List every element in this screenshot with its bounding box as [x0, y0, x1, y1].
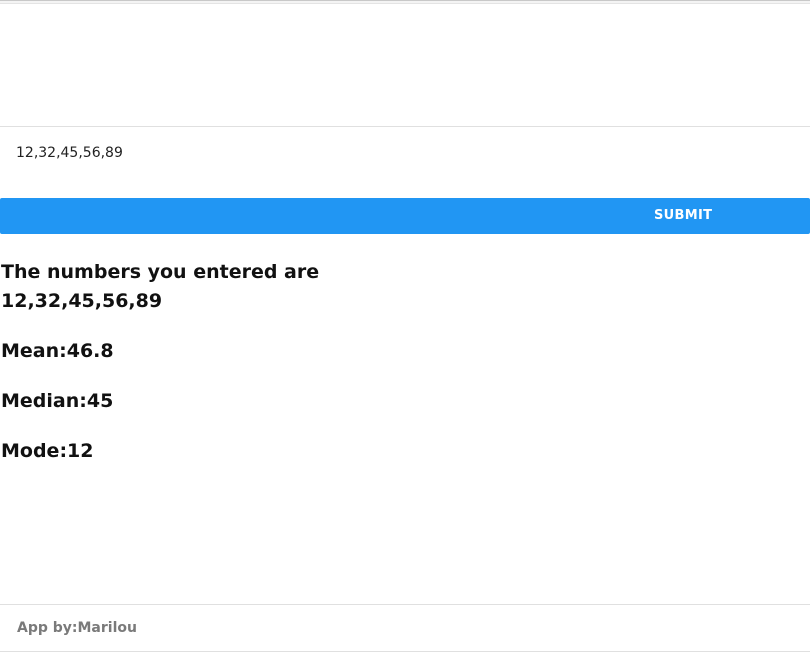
mean-result: Mean:46.8: [1, 340, 114, 362]
entered-numbers: 12,32,45,56,89: [1, 290, 163, 312]
app-credit: App by:Marilou: [17, 620, 137, 636]
submit-button-label: SUBMIT: [654, 208, 713, 223]
input-area: [0, 126, 810, 182]
mode-result: Mode:12: [1, 440, 94, 462]
app-page: SUBMIT The numbers you entered are 12,32…: [0, 0, 810, 667]
results-intro: The numbers you entered are: [1, 261, 320, 283]
footer: App by:Marilou: [0, 604, 810, 652]
results-panel: The numbers you entered are 12,32,45,56,…: [1, 258, 801, 466]
top-border: [0, 0, 810, 4]
median-result: Median:45: [1, 390, 114, 412]
numbers-input[interactable]: [0, 127, 810, 179]
submit-button[interactable]: SUBMIT: [0, 198, 810, 234]
